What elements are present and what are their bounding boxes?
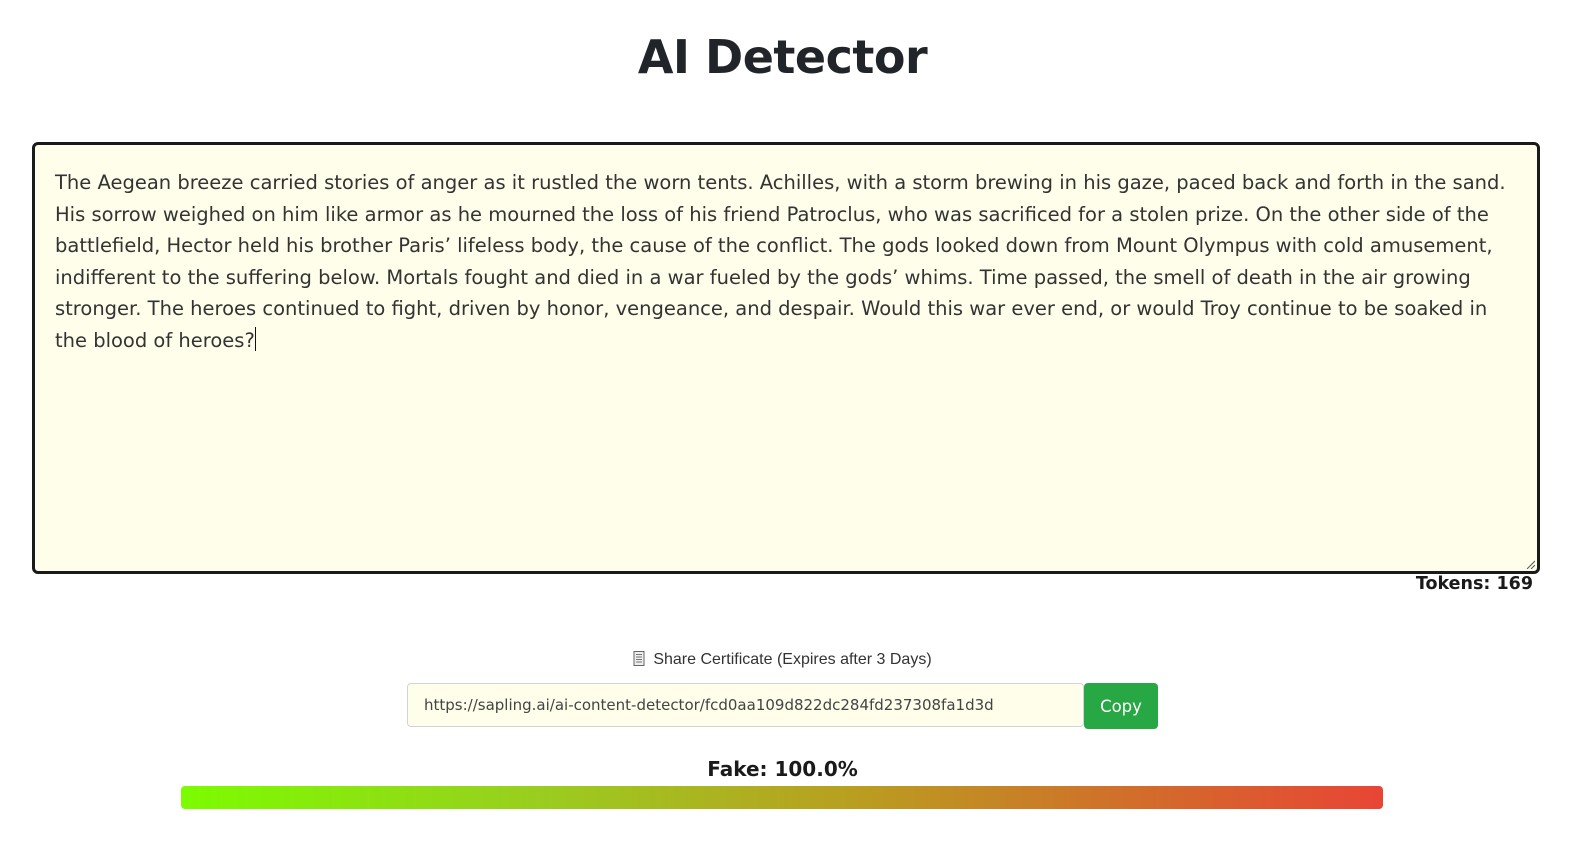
- fake-score-bar-fill: [181, 786, 1383, 809]
- text-caret: [254, 326, 256, 351]
- share-certificate-label: Share Certificate (Expires after 3 Days): [653, 651, 932, 668]
- document-icon: [633, 651, 645, 666]
- share-certificate-heading: Share Certificate (Expires after 3 Days): [0, 651, 1565, 669]
- ai-detector-page: AI Detector The Aegean breeze carried st…: [0, 0, 1580, 852]
- copy-button[interactable]: Copy: [1084, 683, 1158, 729]
- fake-score-label: Fake: 100.0%: [707, 757, 858, 781]
- resize-handle-icon[interactable]: [1525, 559, 1535, 569]
- editor-text: The Aegean breeze carried stories of ang…: [55, 171, 1506, 352]
- token-count: Tokens: 169: [1415, 574, 1533, 594]
- text-editor[interactable]: The Aegean breeze carried stories of ang…: [32, 142, 1540, 574]
- share-url-input[interactable]: [407, 683, 1084, 727]
- fake-score-bar: [181, 786, 1383, 809]
- page-title: AI Detector: [637, 30, 928, 84]
